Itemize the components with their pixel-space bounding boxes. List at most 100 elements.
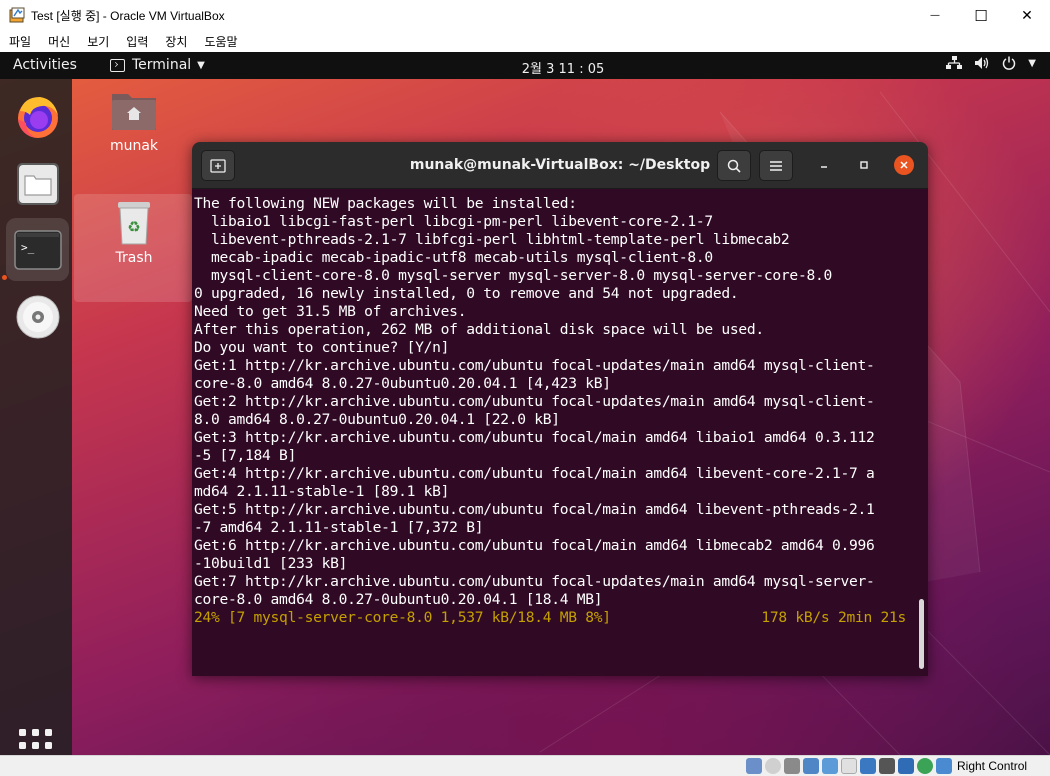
show-applications-button[interactable] [19,729,53,755]
caret-down-icon: ▼ [1028,57,1036,69]
status-icons [746,758,952,774]
menu-view[interactable]: 보기 [87,33,109,50]
firefox-icon [17,96,58,138]
terminal-line: -5 [7,184 B] [194,447,297,464]
terminal-line: The following NEW packages will be insta… [194,195,577,212]
recording-icon[interactable] [879,758,895,774]
terminal-line: mysql-client-core-8.0 mysql-server mysql… [194,267,832,284]
terminal-maximize-button[interactable] [854,155,874,175]
terminal-line: Get:2 http://kr.archive.ubuntu.com/ubunt… [194,393,875,410]
terminal-line: Do you want to continue? [Y/n] [194,339,450,356]
terminal-close-button[interactable] [894,155,914,175]
clock[interactable]: 2월 3 11 : 05 [0,58,1050,77]
menu-file[interactable]: 파일 [9,33,31,50]
progress-line: 24% [7 mysql-server-core-8.0 1,537 kB/18… [194,609,906,627]
progress-status: 24% [7 mysql-server-core-8.0 1,537 kB/18… [194,609,611,626]
desktop-home-label: munak [109,138,159,154]
grid-dot [32,742,39,749]
hard-disk-icon[interactable] [746,758,762,774]
terminal-line: core-8.0 amd64 8.0.27-0ubuntu0.20.04.1 [… [194,375,611,392]
virtualbox-logo-icon [9,7,25,23]
terminal-line: 0 upgraded, 16 newly installed, 0 to rem… [194,285,739,302]
terminal-line: Get:7 http://kr.archive.ubuntu.com/ubunt… [194,573,875,590]
terminal-line: -7 amd64 2.1.11-stable-1 [7,372 B] [194,519,484,536]
minimize-button[interactable]: — [912,0,958,31]
desktop-trash-selection[interactable]: ♻ Trash [74,194,192,302]
window-titlebar: Test [실행 중] - Oracle VM VirtualBox — ☐ ✕ [0,0,1050,31]
terminal-line: core-8.0 amd64 8.0.27-0ubuntu0.20.04.1 [… [194,591,603,608]
audio-icon[interactable] [784,758,800,774]
host-key-label: Right Control [957,759,1028,773]
menu-devices[interactable]: 장치 [165,33,187,50]
guest-display[interactable]: Activities Terminal ▼ 2월 3 11 : 05 ▼ >_ … [0,52,1050,755]
shared-folders-icon[interactable] [841,758,857,774]
terminal-line: libevent-pthreads-2.1-7 libfcgi-perl lib… [194,231,790,248]
terminal-line: Get:6 http://kr.archive.ubuntu.com/ubunt… [194,537,875,554]
dock-firefox[interactable] [6,85,69,148]
network-icon [946,56,963,69]
terminal-scrollbar[interactable] [919,599,924,669]
home-folder-icon [112,94,156,130]
maximize-icon [860,161,868,169]
menu-machine[interactable]: 머신 [48,33,70,50]
grid-dot [19,729,26,736]
trash-icon: ♻ [118,202,150,245]
minimize-icon: — [930,10,940,21]
desktop-trash-label: Trash [115,250,153,266]
close-icon [900,161,908,169]
search-button[interactable] [717,150,751,181]
minimize-icon [821,166,827,168]
virtualization-icon[interactable] [898,758,914,774]
close-button[interactable]: ✕ [1004,0,1050,31]
terminal-line: Get:4 http://kr.archive.ubuntu.com/ubunt… [194,465,875,482]
terminal-line: md64 2.1.11-stable-1 [89.1 kB] [194,483,450,500]
optical-drive-icon[interactable] [765,758,781,774]
gnome-topbar: Activities Terminal ▼ 2월 3 11 : 05 ▼ [0,52,1050,79]
grid-dot [32,729,39,736]
terminal-line: libaio1 libcgi-fast-perl libcgi-pm-perl … [194,213,713,230]
terminal-window[interactable]: munak@munak-VirtualBox: ~/Desktop The fo… [192,142,928,676]
dock-dvd[interactable] [6,285,69,348]
terminal-line: 8.0 amd64 8.0.27-0ubuntu0.20.04.1 [22.0 … [194,411,560,428]
keyboard-capture-icon[interactable] [936,758,952,774]
dvd-icon [16,295,59,338]
menu-input[interactable]: 입력 [126,33,148,50]
hamburger-menu-button[interactable] [759,150,793,181]
maximize-icon: ☐ [974,6,988,25]
dock: >_ [0,79,72,755]
usb-icon[interactable] [822,758,838,774]
progress-speed: 178 kB/s 2min 21s [761,609,906,626]
hamburger-icon [770,160,782,171]
desktop-home[interactable]: munak [94,88,174,154]
dock-terminal[interactable]: >_ [6,218,69,281]
terminal-line: -10build1 [233 kB] [194,555,348,572]
network-adapter-icon[interactable] [803,758,819,774]
close-icon: ✕ [1021,7,1033,24]
vm-statusbar: Right Control [0,755,1050,776]
menu-help[interactable]: 도움말 [204,33,237,50]
terminal-lines: The following NEW packages will be insta… [194,195,928,609]
grid-dot [45,729,52,736]
terminal-line: Need to get 31.5 MB of archives. [194,303,467,320]
files-icon [16,162,59,205]
maximize-button[interactable]: ☐ [958,0,1004,31]
terminal-minimize-button[interactable] [814,155,834,175]
display-icon[interactable] [860,758,876,774]
svg-text:♻: ♻ [127,218,140,236]
terminal-headerbar[interactable]: munak@munak-VirtualBox: ~/Desktop [192,142,928,189]
dock-files[interactable] [6,152,69,215]
grid-dot [19,742,26,749]
window-title: Test [실행 중] - Oracle VM VirtualBox [31,9,225,23]
system-tray[interactable]: ▼ [946,56,1036,70]
grid-dot [45,742,52,749]
menubar: 파일 머신 보기 입력 장치 도움말 [0,31,1050,52]
desktop-trash[interactable]: ♻ Trash [94,200,174,266]
volume-icon [975,57,989,69]
terminal-line: mecab-ipadic mecab-ipadic-utf8 mecab-uti… [194,249,713,266]
search-icon [727,159,741,173]
terminal-output[interactable]: The following NEW packages will be insta… [192,189,928,676]
terminal-line: Get:1 http://kr.archive.ubuntu.com/ubunt… [194,357,875,374]
mouse-integration-icon[interactable] [917,758,933,774]
power-icon [1003,56,1016,70]
terminal-icon: >_ [13,229,62,270]
